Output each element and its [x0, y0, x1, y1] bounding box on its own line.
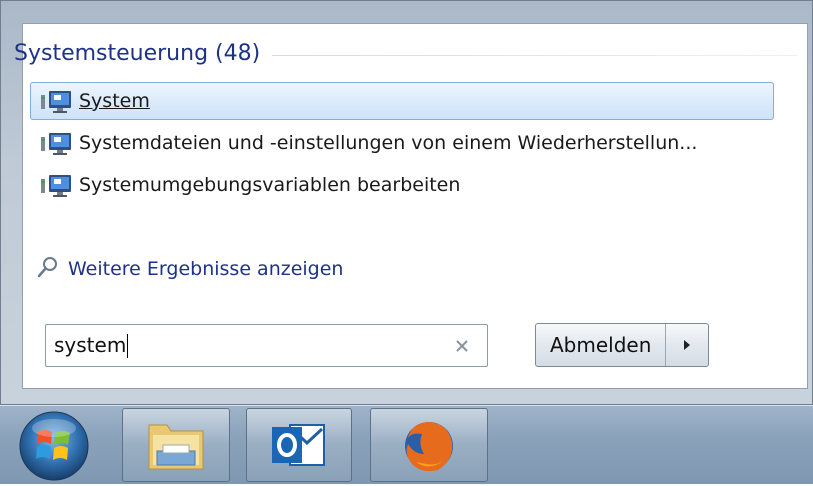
result-label: System: [79, 90, 150, 112]
group-header: Systemsteuerung (48): [14, 36, 797, 70]
system-monitor-icon: [39, 171, 79, 199]
more-results-link[interactable]: Weitere Ergebnisse anzeigen: [36, 252, 343, 286]
group-divider: [272, 54, 797, 56]
result-item-system[interactable]: System: [30, 82, 774, 120]
search-input-value: system: [46, 333, 447, 359]
outlook-icon: [272, 424, 325, 466]
system-monitor-icon: [39, 87, 79, 115]
firefox-icon: [405, 422, 453, 472]
group-title[interactable]: Systemsteuerung (48): [14, 41, 260, 66]
search-text: system: [54, 332, 127, 357]
result-item-system-restore[interactable]: Systemdateien und -einstellungen von ein…: [30, 124, 774, 162]
taskbar-firefox[interactable]: [370, 408, 488, 482]
search-input[interactable]: system: [45, 324, 488, 367]
logoff-button[interactable]: Abmelden: [536, 324, 667, 366]
taskbar: [0, 405, 813, 484]
result-label: Systemdateien und -einstellungen von ein…: [79, 132, 698, 154]
right-arrow-icon: [682, 336, 692, 355]
system-monitor-icon: [39, 129, 79, 157]
taskbar-outlook[interactable]: [246, 408, 352, 482]
windows-logo-icon: [19, 411, 89, 481]
shutdown-button-group: Abmelden: [535, 323, 710, 367]
result-label: Systemumgebungsvariablen bearbeiten: [79, 174, 461, 196]
more-results-label: Weitere Ergebnisse anzeigen: [68, 258, 344, 280]
shutdown-options-button[interactable]: [666, 324, 708, 366]
taskbar-file-explorer[interactable]: [122, 408, 230, 482]
search-icon: [36, 255, 60, 283]
folder-icon: [148, 424, 204, 470]
windows-start-orb[interactable]: [16, 408, 92, 482]
result-item-environment-variables[interactable]: Systemumgebungsvariablen bearbeiten: [30, 166, 774, 204]
result-list: System Systemdateien und -einstellungen …: [30, 82, 774, 208]
clear-x-icon[interactable]: [447, 331, 477, 361]
text-caret: [127, 334, 129, 359]
